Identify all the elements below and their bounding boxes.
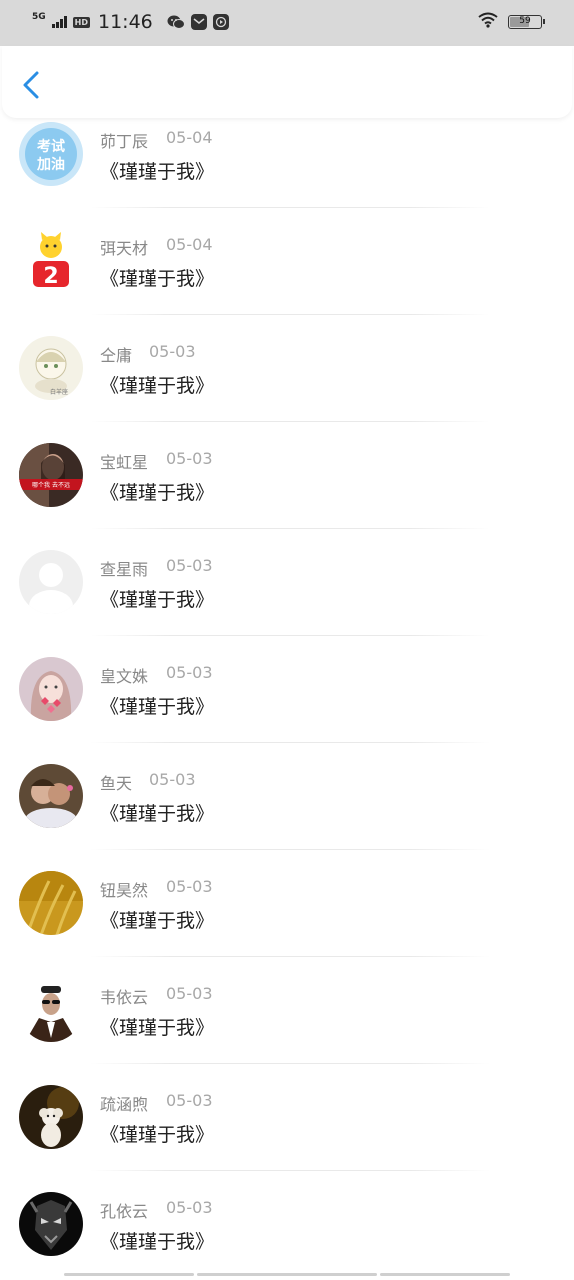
comment-date: 05-03 (166, 984, 213, 1003)
list-item[interactable]: 韦依云 05-03 《瑾瑾于我》 (0, 956, 574, 1064)
comment-date: 05-03 (149, 770, 196, 789)
avatar[interactable]: 考试 加油 (19, 122, 83, 186)
battery-level: 59 (519, 16, 531, 26)
article-title: 《瑾瑾于我》 (100, 1231, 215, 1253)
battery-icon: 59 (508, 15, 545, 29)
chevron-left-icon (23, 71, 39, 99)
article-title: 《瑾瑾于我》 (100, 589, 215, 611)
scroll-indicator (197, 1273, 377, 1276)
list-item[interactable]: 白羊座 仝庸 05-03 《瑾瑾于我》 (0, 314, 574, 422)
article-title: 《瑾瑾于我》 (100, 1017, 215, 1039)
comment-date: 05-03 (166, 449, 213, 468)
list-item[interactable]: 钮昊然 05-03 《瑾瑾于我》 (0, 849, 574, 957)
avatar[interactable] (19, 1192, 83, 1256)
avatar[interactable] (19, 871, 83, 935)
svg-text:白羊座: 白羊座 (50, 388, 68, 396)
user-name: 弭天材 (100, 239, 149, 258)
avatar[interactable] (19, 764, 83, 828)
svg-text:加油: 加油 (36, 156, 65, 173)
network-type: 5G (32, 11, 46, 22)
article-title: 《瑾瑾于我》 (100, 1124, 215, 1146)
svg-text:2: 2 (43, 264, 58, 289)
avatar[interactable]: 哪个我 去不远 (19, 443, 83, 507)
avatar[interactable] (19, 1085, 83, 1149)
comment-date: 05-03 (166, 1091, 213, 1110)
user-name: 查星雨 (100, 560, 149, 579)
avatar[interactable]: 2 (19, 229, 83, 293)
user-name: 疏涵煦 (100, 1095, 149, 1114)
user-name: 钮昊然 (100, 881, 149, 900)
video-icon (212, 14, 229, 30)
avatar[interactable]: 白羊座 (19, 336, 83, 400)
article-title: 《瑾瑾于我》 (100, 268, 215, 290)
list-item[interactable]: 鱼天 05-03 《瑾瑾于我》 (0, 742, 574, 850)
svg-text:考试: 考试 (37, 138, 65, 155)
back-button[interactable] (18, 70, 46, 100)
comment-date: 05-03 (149, 342, 196, 361)
comment-date: 05-04 (166, 128, 213, 147)
article-title: 《瑾瑾于我》 (100, 375, 215, 397)
article-title: 《瑾瑾于我》 (100, 696, 215, 718)
comment-date: 05-03 (166, 556, 213, 575)
top-nav-bar (2, 46, 572, 118)
svg-text:哪个我 去不远: 哪个我 去不远 (32, 481, 70, 489)
comment-date: 05-03 (166, 877, 213, 896)
avatar[interactable] (19, 978, 83, 1042)
user-name: 宝虹星 (100, 453, 149, 472)
comment-date: 05-03 (166, 1198, 213, 1217)
status-time: 11:46 (98, 11, 153, 33)
comment-date: 05-04 (166, 235, 213, 254)
comment-list: 考试 加油 茆丁辰 05-04 《瑾瑾于我》 2 弭天材 05-04 《瑾瑾于我》… (0, 118, 574, 1278)
list-item[interactable]: 2 弭天材 05-04 《瑾瑾于我》 (0, 207, 574, 315)
user-name: 茆丁辰 (100, 132, 149, 151)
user-name: 韦依云 (100, 988, 149, 1007)
article-title: 《瑾瑾于我》 (100, 161, 215, 183)
comment-date: 05-03 (166, 663, 213, 682)
avatar[interactable] (19, 657, 83, 721)
scroll-indicator (64, 1273, 194, 1276)
list-item[interactable]: 查星雨 05-03 《瑾瑾于我》 (0, 528, 574, 636)
wechat-icon (167, 14, 185, 30)
status-bar: 5G HD 11:46 59 (0, 0, 574, 46)
user-name: 鱼天 (100, 774, 133, 793)
scroll-indicator (380, 1273, 510, 1276)
list-item[interactable]: 考试 加油 茆丁辰 05-04 《瑾瑾于我》 (0, 118, 574, 208)
wifi-icon (478, 12, 498, 32)
user-name: 仝庸 (100, 346, 133, 365)
hd-badge: HD (72, 16, 90, 28)
article-title: 《瑾瑾于我》 (100, 803, 215, 825)
list-item[interactable]: 哪个我 去不远 宝虹星 05-03 《瑾瑾于我》 (0, 421, 574, 529)
avatar[interactable] (19, 550, 83, 614)
mail-icon (190, 14, 207, 30)
article-title: 《瑾瑾于我》 (100, 482, 215, 504)
user-name: 皇文姝 (100, 667, 149, 686)
user-name: 孔依云 (100, 1202, 149, 1221)
article-title: 《瑾瑾于我》 (100, 910, 215, 932)
list-item[interactable]: 皇文姝 05-03 《瑾瑾于我》 (0, 635, 574, 743)
signal-icon (51, 16, 67, 28)
list-item[interactable]: 孔依云 05-03 《瑾瑾于我》 (0, 1170, 574, 1277)
bottom-scroll-indicators (0, 1273, 574, 1277)
list-item[interactable]: 疏涵煦 05-03 《瑾瑾于我》 (0, 1063, 574, 1171)
